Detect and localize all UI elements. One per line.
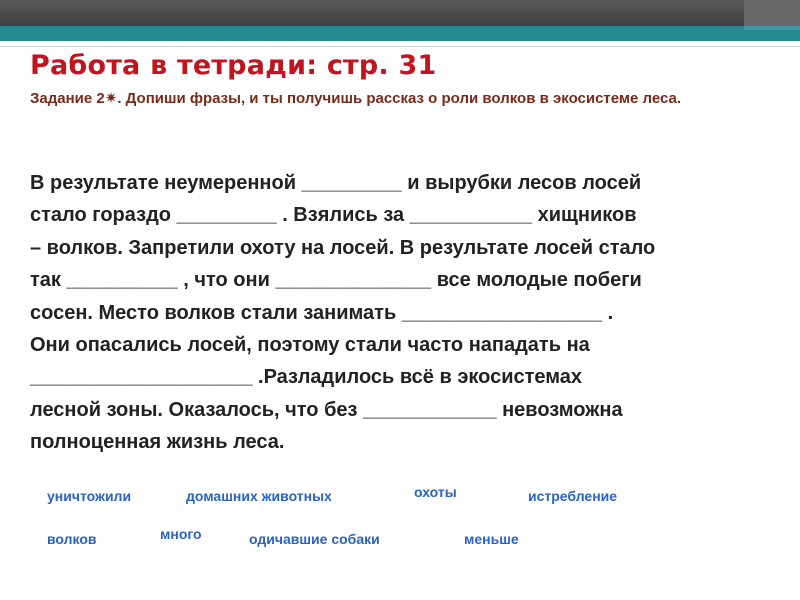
story-line: сосен. Место волков стали занимать _____… xyxy=(30,301,614,324)
page-title: Работа в тетради: стр. 31 xyxy=(30,50,437,81)
story-line: ____________________ .Разладилось всё в … xyxy=(30,366,583,389)
word-bank-item-istreblenie: истребление xyxy=(528,488,618,504)
header-divider xyxy=(0,46,800,47)
story-line: стало гораздо _________ . Взялись за ___… xyxy=(30,204,637,227)
word-bank-item-domashnikh-zhivotnykh: домашних животных xyxy=(186,488,332,504)
task-instruction: Задание 2✷. Допиши фразы, и ты получишь … xyxy=(30,87,770,111)
word-bank-item-volkov: волков xyxy=(47,531,97,547)
word-bank-item-menshe: меньше xyxy=(464,531,519,547)
header-dark-bar xyxy=(0,0,800,26)
story-line: В результате неумеренной _________ и выр… xyxy=(30,172,642,194)
word-bank-item-mnogo: много xyxy=(160,526,202,542)
word-bank-item-odichavshie-sobaki: одичавшие собаки xyxy=(249,531,380,547)
story-line: Они опасались лосей, поэтому стали часто… xyxy=(30,334,590,357)
header-accent-block xyxy=(744,0,800,26)
header-teal-bar xyxy=(0,26,800,41)
word-bank-item-okhoty: охоты xyxy=(414,484,457,500)
story-line: лесной зоны. Оказалось, что без ________… xyxy=(30,398,623,421)
header-accent-line xyxy=(744,26,800,30)
story-line: полноценная жизнь леса. xyxy=(30,431,285,454)
story-text: В результате неумеренной _________ и выр… xyxy=(30,167,780,459)
star-icon: ✷ xyxy=(104,90,118,107)
story-line: так __________ , что они ______________ … xyxy=(30,269,642,292)
word-bank-item-unichtozhili: уничтожили xyxy=(47,488,132,504)
task-text: . Допиши фразы, и ты получишь рассказ о … xyxy=(117,90,682,107)
task-prefix: Задание 2 xyxy=(30,90,105,107)
story-line: – волков. Запретили охоту на лосей. В ре… xyxy=(30,236,656,259)
